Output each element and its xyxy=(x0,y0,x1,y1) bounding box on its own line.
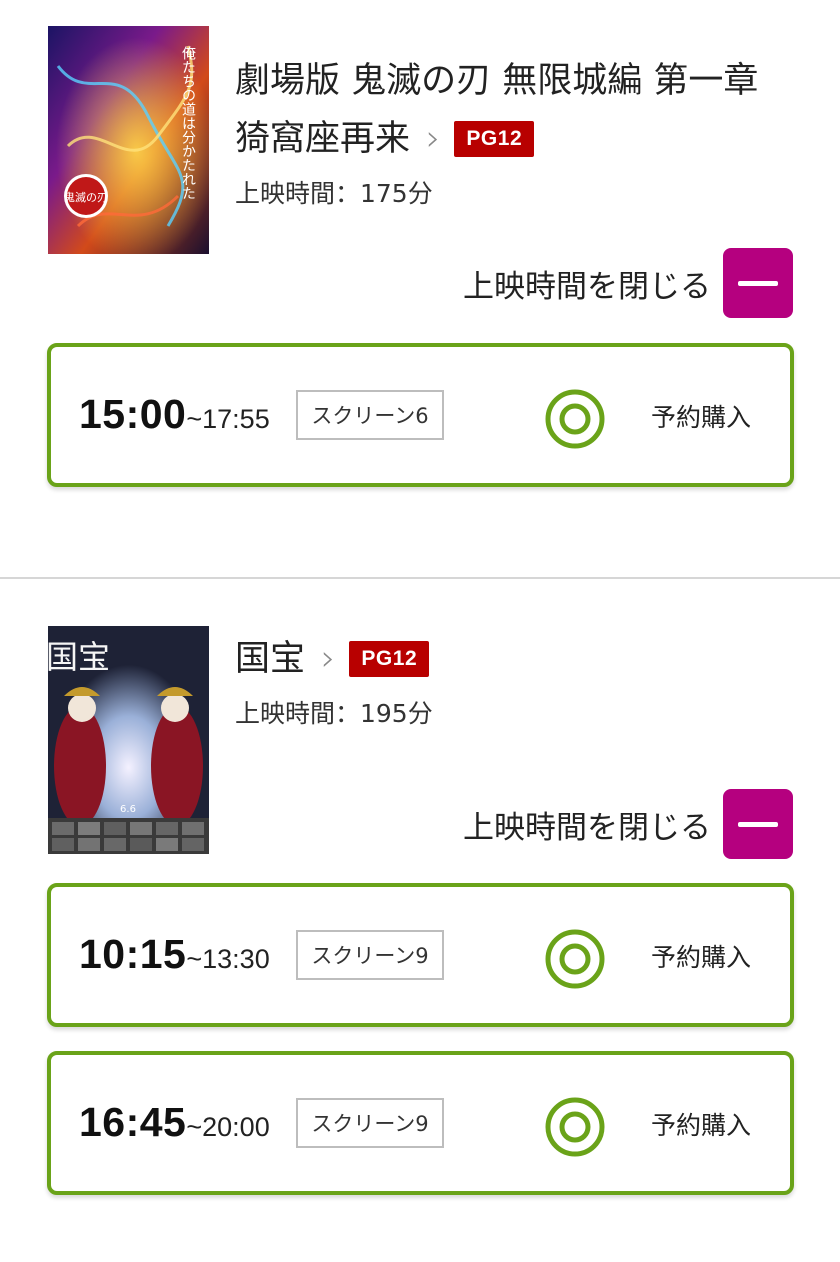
movie-poster[interactable]: 国宝 6.6 xyxy=(48,626,209,854)
poster-tagline: 俺たちの道は分かたれた xyxy=(180,46,196,200)
close-showtimes-label[interactable]: 上映時間を閉じる xyxy=(463,261,711,306)
close-showtimes-toggle[interactable]: 上映時間を閉じる xyxy=(463,789,793,859)
poster-title: 国宝 xyxy=(48,638,110,676)
movie-title-line-1[interactable]: 劇場版 鬼滅の刃 無限城編 第一章 xyxy=(235,52,800,110)
section-divider xyxy=(0,577,840,579)
collapse-button[interactable] xyxy=(723,789,793,859)
close-showtimes-toggle[interactable]: 上映時間を閉じる xyxy=(463,248,793,318)
showtime-time: 15:00~17:55 xyxy=(79,391,270,438)
chevron-right-icon[interactable]: › xyxy=(426,110,440,168)
start-time: 10:15 xyxy=(79,931,187,977)
poster-image: 鬼滅の刃 俺たちの道は分かたれた xyxy=(48,26,209,254)
rating-badge: PG12 xyxy=(454,121,535,157)
reserve-purchase-link[interactable]: 予約購入 xyxy=(651,1106,751,1142)
double-circle-icon xyxy=(545,389,605,449)
screen-label: スクリーン9 xyxy=(296,930,444,980)
poster-date: 6.6 xyxy=(120,804,136,815)
close-showtimes-label[interactable]: 上映時間を閉じる xyxy=(463,802,711,847)
double-circle-icon xyxy=(545,929,605,989)
movie-title[interactable]: 国宝 xyxy=(235,630,305,688)
movie-title-area: 劇場版 鬼滅の刃 無限城編 第一章 猗窩座再来 › PG12 上映時間：175分 xyxy=(235,52,800,214)
reserve-purchase-link[interactable]: 予約購入 xyxy=(651,938,751,974)
minus-icon xyxy=(738,821,778,827)
showtime-card[interactable]: 16:45~20:00 スクリーン9 予約購入 xyxy=(47,1051,794,1195)
movie-poster[interactable]: 鬼滅の刃 俺たちの道は分かたれた xyxy=(48,26,209,254)
movie-title-area: 国宝 › PG12 上映時間：195分 xyxy=(235,630,800,734)
end-time: ~17:55 xyxy=(186,404,270,434)
showtime-card[interactable]: 15:00~17:55 スクリーン6 予約購入 xyxy=(47,343,794,487)
poster-image: 国宝 6.6 xyxy=(48,626,209,854)
poster-logo: 鬼滅の刃 xyxy=(64,190,108,204)
reserve-purchase-link[interactable]: 予約購入 xyxy=(651,398,751,434)
showtime-time: 16:45~20:00 xyxy=(79,1099,270,1146)
start-time: 16:45 xyxy=(79,1099,187,1145)
movie-title-line-2: 猗窩座再来 › PG12 xyxy=(235,110,800,168)
movie-card: 国宝 6.6 国宝 › PG12 上映時間：195分 上映時間を閉じる 10:1… xyxy=(0,580,840,1262)
chevron-right-icon[interactable]: › xyxy=(321,630,335,688)
double-circle-icon xyxy=(545,1097,605,1157)
start-time: 15:00 xyxy=(79,391,187,437)
movie-title-line-1: 国宝 › PG12 xyxy=(235,630,800,688)
movie-card: 鬼滅の刃 俺たちの道は分かたれた 劇場版 鬼滅の刃 無限城編 第一章 猗窩座再来… xyxy=(0,0,840,578)
screen-label: スクリーン9 xyxy=(296,1098,444,1148)
movie-title[interactable]: 劇場版 鬼滅の刃 無限城編 第一章 xyxy=(235,52,758,110)
showtime-time: 10:15~13:30 xyxy=(79,931,270,978)
end-time: ~13:30 xyxy=(186,944,270,974)
screen-label: スクリーン6 xyxy=(296,390,444,440)
showtime-card[interactable]: 10:15~13:30 スクリーン9 予約購入 xyxy=(47,883,794,1027)
end-time: ~20:00 xyxy=(186,1112,270,1142)
collapse-button[interactable] xyxy=(723,248,793,318)
runtime-text: 上映時間：195分 xyxy=(235,699,433,728)
movie-subtitle[interactable]: 猗窩座再来 xyxy=(235,110,410,168)
runtime-text: 上映時間：175分 xyxy=(235,179,433,208)
rating-badge: PG12 xyxy=(349,641,430,677)
minus-icon xyxy=(738,280,778,286)
